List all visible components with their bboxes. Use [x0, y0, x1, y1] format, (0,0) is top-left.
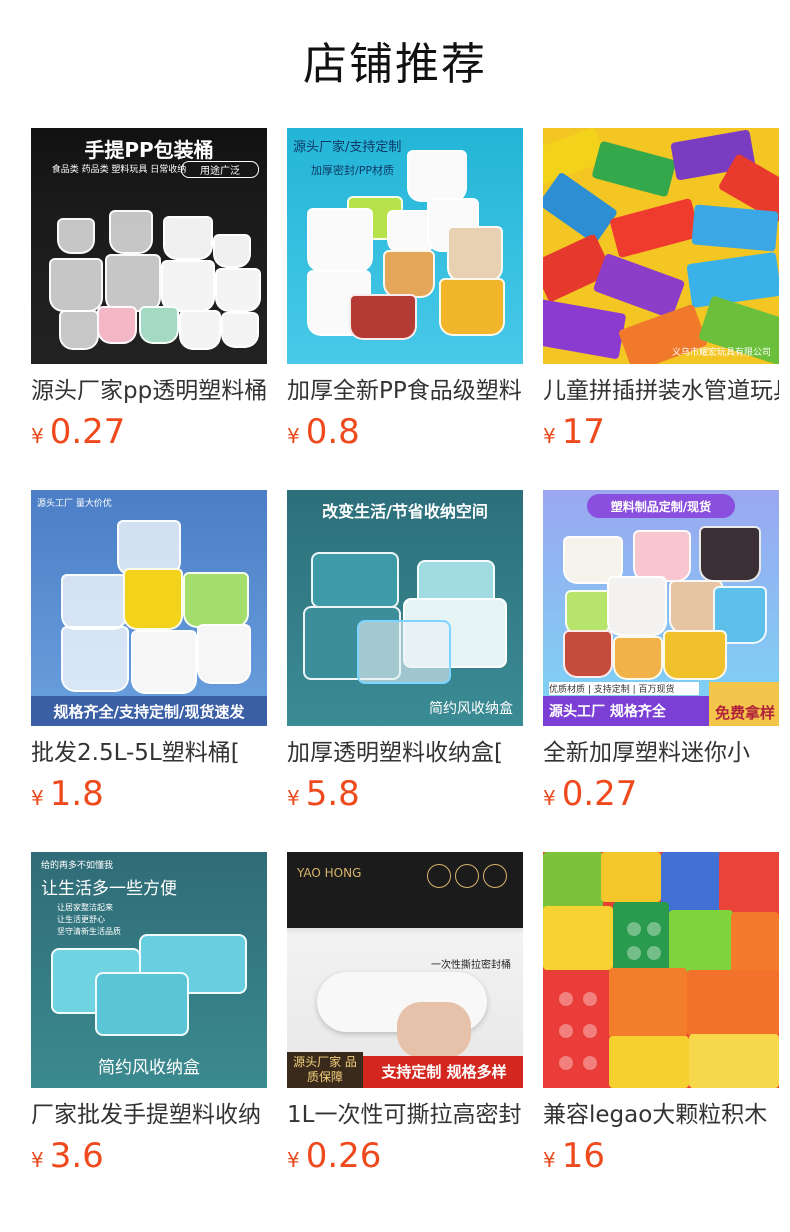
product-title[interactable]: 厂家批发手提塑料收纳	[31, 1100, 267, 1130]
product-image[interactable]: 源头工厂 量大价优 规格齐全/支持定制/现货速发	[31, 490, 267, 726]
image-caption: 简约风收纳盒	[429, 701, 513, 717]
product-card[interactable]: 手提PP包装桶 食品类 药品类 塑料玩具 日常收纳 用途广泛 源头厂家pp透明塑…	[31, 128, 267, 450]
product-card[interactable]: 塑料制品定制/现货 优质材质 | 支持定制 | 百万现货 源头工厂 规格齐全 免…	[543, 490, 779, 812]
product-price: ¥ 16	[543, 1138, 779, 1174]
product-card[interactable]: 源头工厂 量大价优 规格齐全/支持定制/现货速发 批发2.5L-5L塑料桶[ ¥…	[31, 490, 267, 812]
product-price: ¥ 17	[543, 414, 779, 450]
product-card[interactable]: YAO HONG 一次性撕拉密封桶 源头厂家 品质保障 支持定制 规格多样 1L…	[287, 852, 523, 1174]
image-caption: 免费拿样	[714, 704, 775, 722]
product-image[interactable]: 手提PP包装桶 食品类 药品类 塑料玩具 日常收纳 用途广泛	[31, 128, 267, 364]
currency-symbol: ¥	[543, 786, 556, 810]
page-header: 店铺推荐	[0, 0, 790, 128]
image-caption: 让居家整洁起来	[57, 903, 113, 912]
product-grid: 手提PP包装桶 食品类 药品类 塑料玩具 日常收纳 用途广泛 源头厂家pp透明塑…	[0, 128, 790, 1174]
product-title[interactable]: 加厚透明塑料收纳盒[	[287, 738, 523, 768]
image-caption: 规格齐全/支持定制/现货速发	[53, 703, 245, 721]
price-value: 0.27	[49, 412, 126, 452]
image-caption: 源头厂家 品质保障	[293, 1055, 357, 1084]
product-price: ¥ 0.8	[287, 414, 523, 450]
product-price: ¥ 5.8	[287, 776, 523, 812]
image-caption: 源头工厂 量大价优	[37, 499, 112, 509]
product-card[interactable]: 给的再多不如懂我 让生活多一些方便 让居家整洁起来 让生活更舒心 坚守清新生活品…	[31, 852, 267, 1174]
price-value: 1.8	[49, 774, 104, 814]
product-card[interactable]: 义乌市耀宏玩具有限公司 儿童拼插拼装水管道玩具 ¥ 17	[543, 128, 779, 450]
product-title[interactable]: 全新加厚塑料迷你小	[543, 738, 779, 768]
price-value: 5.8	[305, 774, 360, 814]
image-caption: 让生活多一些方便	[41, 879, 177, 899]
product-title[interactable]: 加厚全新PP食品级塑料	[287, 376, 523, 406]
currency-symbol: ¥	[31, 424, 44, 448]
product-title[interactable]: 批发2.5L-5L塑料桶[	[31, 738, 267, 768]
currency-symbol: ¥	[543, 424, 556, 448]
image-caption: 让生活更舒心	[57, 915, 105, 924]
image-caption: 简约风收纳盒	[98, 1058, 200, 1078]
price-value: 3.6	[49, 1136, 104, 1176]
price-value: 0.27	[561, 774, 638, 814]
image-caption: 塑料制品定制/现货	[610, 500, 712, 514]
currency-symbol: ¥	[287, 1148, 300, 1172]
product-image[interactable]: 改变生活/节省收纳空间 简约风收纳盒	[287, 490, 523, 726]
product-card[interactable]: 改变生活/节省收纳空间 简约风收纳盒 加厚透明塑料收纳盒[ ¥ 5.8	[287, 490, 523, 812]
image-caption: 优质材质 | 支持定制 | 百万现货	[549, 682, 699, 695]
page-title: 店铺推荐	[303, 39, 487, 90]
product-title[interactable]: 兼容legao大颗粒积木	[543, 1100, 779, 1130]
price-value: 0.26	[305, 1136, 382, 1176]
product-title[interactable]: 1L一次性可撕拉高密封	[287, 1100, 523, 1130]
image-caption: 改变生活/节省收纳空间	[322, 502, 488, 521]
price-value: 16	[561, 1136, 605, 1176]
product-price: ¥ 0.27	[31, 414, 267, 450]
image-caption: 手提PP包装桶	[84, 138, 214, 162]
currency-symbol: ¥	[31, 786, 44, 810]
product-price: ¥ 0.27	[543, 776, 779, 812]
product-title[interactable]: 源头厂家pp透明塑料桶	[31, 376, 267, 406]
product-image[interactable]	[543, 852, 779, 1088]
product-price: ¥ 0.26	[287, 1138, 523, 1174]
image-caption: 一次性撕拉密封桶	[431, 960, 511, 971]
product-image[interactable]: YAO HONG 一次性撕拉密封桶 源头厂家 品质保障 支持定制 规格多样	[287, 852, 523, 1088]
product-price: ¥ 1.8	[31, 776, 267, 812]
product-title[interactable]: 儿童拼插拼装水管道玩具	[543, 376, 779, 406]
currency-symbol: ¥	[543, 1148, 556, 1172]
image-caption: 给的再多不如懂我	[41, 861, 114, 871]
image-caption: 支持定制 规格多样	[381, 1063, 507, 1081]
image-caption: 义乌市耀宏玩具有限公司	[671, 348, 771, 358]
product-card[interactable]: 源头厂家/支持定制 加厚密封/PP材质 加厚全新PP食品级塑料 ¥ 0.8	[287, 128, 523, 450]
product-image[interactable]: 源头厂家/支持定制 加厚密封/PP材质	[287, 128, 523, 364]
product-card[interactable]: 兼容legao大颗粒积木 ¥ 16	[543, 852, 779, 1174]
price-value: 0.8	[305, 412, 360, 452]
product-image[interactable]: 塑料制品定制/现货 优质材质 | 支持定制 | 百万现货 源头工厂 规格齐全 免…	[543, 490, 779, 726]
product-image[interactable]: 义乌市耀宏玩具有限公司	[543, 128, 779, 364]
product-image[interactable]: 给的再多不如懂我 让生活多一些方便 让居家整洁起来 让生活更舒心 坚守清新生活品…	[31, 852, 267, 1088]
currency-symbol: ¥	[287, 786, 300, 810]
currency-symbol: ¥	[287, 424, 300, 448]
price-value: 17	[561, 412, 605, 452]
product-price: ¥ 3.6	[31, 1138, 267, 1174]
image-caption: 用途广泛	[181, 161, 259, 178]
currency-symbol: ¥	[31, 1148, 44, 1172]
